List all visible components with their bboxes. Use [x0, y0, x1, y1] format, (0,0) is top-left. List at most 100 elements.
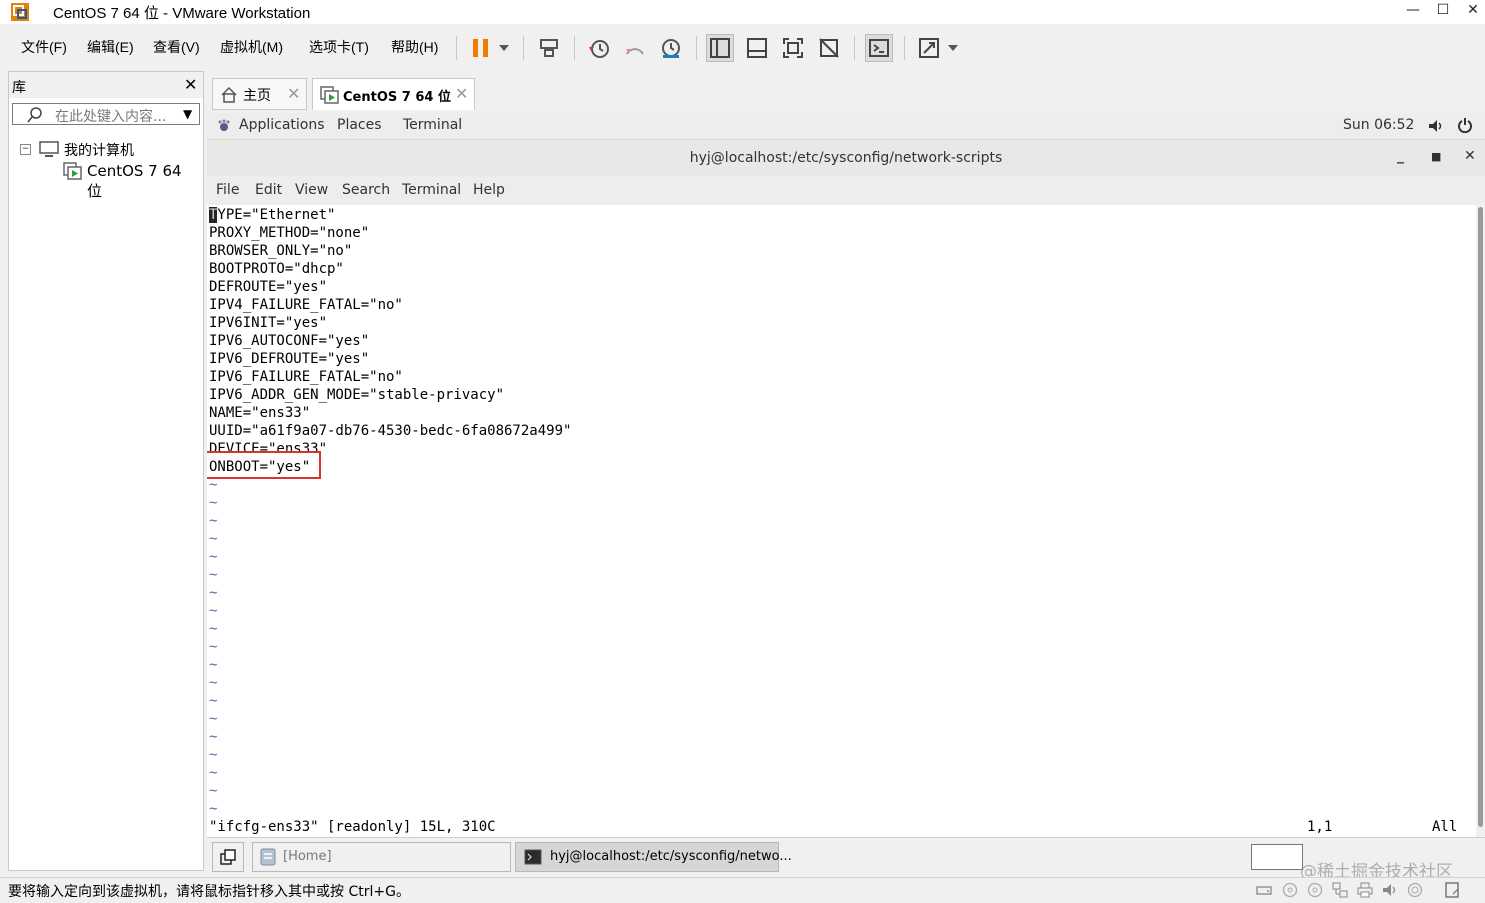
terminal-menu-edit[interactable]: Edit	[255, 182, 282, 198]
terminal-body[interactable]: TYPE="Ethernet" PROXY_METHOD="none" BROW…	[207, 205, 1476, 837]
empty-line-marker: ~	[209, 693, 218, 709]
terminal-menu-view[interactable]: View	[295, 182, 328, 198]
empty-line-marker: ~	[209, 603, 218, 619]
terminal-menu-terminal[interactable]: Terminal	[402, 182, 461, 198]
empty-line-marker: ~	[209, 549, 218, 565]
tree-item-label: CentOS 7 64 位	[87, 162, 182, 200]
minimize-button[interactable]: —	[1398, 0, 1428, 22]
floppy-icon[interactable]	[1307, 882, 1323, 898]
terminal-menubar: File Edit View Search Terminal Help	[207, 176, 1485, 205]
vm-running-icon	[320, 86, 339, 104]
library-close-icon[interactable]: ✕	[184, 75, 197, 94]
config-line: IPV4_FAILURE_FATAL="no"	[209, 297, 403, 313]
close-button[interactable]: ✕	[1458, 0, 1485, 22]
snapshot-icon[interactable]	[585, 34, 613, 62]
vm-running-icon	[63, 162, 82, 180]
empty-line-marker: ~	[209, 621, 218, 637]
terminal-menu-help[interactable]: Help	[473, 182, 505, 198]
power-icon[interactable]	[1457, 117, 1473, 133]
thumbnail-view-icon[interactable]	[743, 34, 771, 62]
config-line: BOOTPROTO="dhcp"	[209, 261, 344, 277]
empty-line-marker: ~	[209, 729, 218, 745]
volume-icon[interactable]	[1427, 118, 1445, 134]
text-cursor	[209, 207, 217, 223]
printer-icon[interactable]	[1357, 882, 1373, 898]
task-home[interactable]: [Home]	[252, 842, 511, 872]
vim-status-file: "ifcfg-ens33" [readonly] 15L, 310C	[209, 819, 496, 835]
tree-item-my-computer[interactable]: 我的计算机	[64, 140, 134, 160]
vim-status-all: All	[1432, 819, 1458, 835]
config-line: IPV6INIT="yes"	[209, 315, 328, 331]
task-terminal-label: hyj@localhost:/etc/sysconfig/netwo...	[550, 849, 792, 864]
library-header: 库 ✕	[9, 72, 203, 98]
menu-vm[interactable]: 虚拟机(M)	[220, 37, 283, 57]
config-line: DEFROUTE="yes"	[209, 279, 328, 295]
cd-rom-icon[interactable]	[1282, 882, 1298, 898]
tab-close-icon[interactable]: ✕	[455, 84, 468, 103]
menu-edit[interactable]: 编辑(E)	[87, 37, 134, 57]
gnome-menu-terminal[interactable]: Terminal	[403, 117, 462, 133]
gnome-menu-applications[interactable]: Applications	[239, 117, 325, 133]
config-line: IPV6_DEFROUTE="yes"	[209, 351, 370, 367]
config-line: BROWSER_ONLY="no"	[209, 243, 353, 259]
fullscreen-icon[interactable]	[779, 34, 807, 62]
pause-dropdown-icon[interactable]	[494, 34, 514, 62]
menu-help[interactable]: 帮助(H)	[391, 37, 438, 57]
tree-collapse-icon[interactable]: −	[20, 144, 31, 155]
toolbar-separator	[574, 36, 575, 60]
network-adapter-icon[interactable]	[1332, 882, 1348, 898]
display-icon[interactable]	[1407, 882, 1423, 898]
send-ctrl-alt-del-icon[interactable]	[535, 34, 563, 62]
task-terminal[interactable]: hyj@localhost:/etc/sysconfig/netwo...	[515, 842, 792, 872]
hard-disk-icon[interactable]	[1256, 882, 1272, 898]
empty-line-marker: ~	[209, 747, 218, 763]
empty-line-marker: ~	[209, 675, 218, 691]
terminal-minimize-icon[interactable]: _	[1397, 148, 1404, 164]
tab-home[interactable]: 主页 ✕	[212, 78, 307, 110]
gnome-clock[interactable]: Sun 06:52	[1343, 117, 1414, 133]
scrollbar-thumb[interactable]	[1478, 207, 1483, 827]
maximize-button[interactable]: ☐	[1428, 0, 1458, 22]
empty-line-marker: ~	[209, 495, 218, 511]
config-line: UUID="a61f9a07-db76-4530-bedc-6fa08672a4…	[209, 423, 572, 439]
gnome-menu-places[interactable]: Places	[337, 117, 382, 133]
vmware-logo-icon	[11, 3, 29, 21]
window-title: CentOS 7 64 位 - VMware Workstation	[53, 5, 311, 22]
show-desktop-button[interactable]	[212, 842, 244, 872]
terminal-titlebar: hyj@localhost:/etc/sysconfig/network-scr…	[207, 140, 1485, 177]
terminal-icon	[524, 849, 542, 865]
tab-close-icon[interactable]: ✕	[287, 84, 300, 103]
pause-icon[interactable]	[467, 34, 495, 62]
snapshot-manager-icon[interactable]	[657, 34, 685, 62]
console-view-icon[interactable]	[865, 34, 893, 62]
message-log-icon[interactable]	[1444, 882, 1460, 898]
terminal-menu-search[interactable]: Search	[342, 182, 390, 198]
tab-centos[interactable]: CentOS 7 64 位 ✕	[312, 78, 475, 110]
stretch-dropdown-icon[interactable]	[943, 34, 963, 62]
unity-icon[interactable]	[815, 34, 843, 62]
revert-snapshot-icon[interactable]	[621, 34, 649, 62]
title-bar: CentOS 7 64 位 - VMware Workstation — ☐ ✕	[0, 0, 1485, 24]
menu-file[interactable]: 文件(F)	[21, 37, 67, 57]
show-desktop-icon	[220, 849, 236, 865]
terminal-close-icon[interactable]: ✕	[1464, 148, 1476, 164]
empty-line-marker: ~	[209, 585, 218, 601]
library-search-input[interactable]: 在此处键入内容... ▼	[12, 103, 200, 125]
menu-view[interactable]: 查看(V)	[153, 37, 200, 57]
empty-line-marker: ~	[209, 513, 218, 529]
gnome-top-bar: Applications Places Terminal Sun 06:52	[207, 113, 1485, 140]
chevron-down-icon[interactable]: ▼	[183, 107, 192, 121]
workspace-switcher[interactable]	[1251, 844, 1303, 870]
empty-line-marker: ~	[209, 477, 218, 493]
tree-item-centos[interactable]: CentOS 7 64 位	[61, 160, 201, 200]
terminal-scrollbar[interactable]	[1476, 205, 1485, 837]
config-line: NAME="ens33"	[209, 405, 311, 421]
library-panel: 库 ✕ 在此处键入内容... ▼ − 我的计算机 CentOS 7 64 位	[8, 71, 204, 871]
terminal-maximize-icon[interactable]: ■	[1431, 150, 1441, 163]
library-view-icon[interactable]	[706, 34, 734, 62]
terminal-menu-file[interactable]: File	[216, 182, 239, 198]
menu-tabs[interactable]: 选项卡(T)	[309, 37, 369, 57]
stretch-guest-icon[interactable]	[915, 34, 943, 62]
sound-card-icon[interactable]	[1382, 882, 1398, 898]
home-icon	[221, 86, 237, 103]
